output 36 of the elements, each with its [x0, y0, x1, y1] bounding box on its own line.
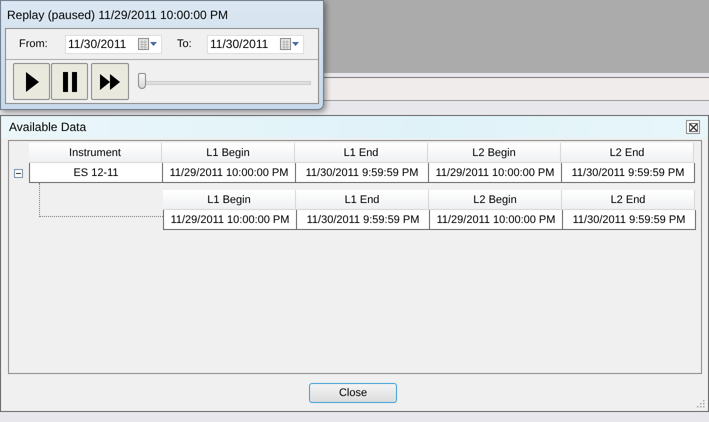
column-header: L2 Begin: [428, 143, 561, 163]
table-cell: 11/30/2011 9:59:59 PM: [297, 210, 430, 230]
resize-grip-icon[interactable]: [696, 399, 705, 408]
table-cell: 11/29/2011 10:00:00 PM: [163, 210, 297, 230]
close-button[interactable]: Close: [309, 382, 397, 402]
column-header: L1 End: [296, 190, 429, 210]
slider-thumb[interactable]: [138, 72, 146, 88]
expander-toggle[interactable]: [14, 169, 23, 178]
table-cell: 11/29/2011 10:00:00 PM: [429, 163, 562, 183]
window-title: Replay (paused) 11/29/2011 10:00:00 PM: [6, 7, 230, 24]
pause-icon: [62, 72, 76, 92]
column-header: L1 Begin: [162, 143, 295, 163]
play-icon: [24, 72, 38, 92]
table-cell: 11/29/2011 10:00:00 PM: [163, 163, 296, 183]
table-cell: 11/30/2011 9:59:59 PM: [563, 210, 696, 230]
play-button[interactable]: [13, 63, 50, 100]
date-field[interactable]: 11/30/2011: [65, 34, 162, 54]
to-label: To:: [177, 38, 193, 50]
from-label: From:: [19, 38, 49, 50]
column-header: L2 End: [562, 190, 695, 210]
table-cell: 11/29/2011 10:00:00 PM: [430, 210, 563, 230]
date-field[interactable]: 11/30/2011: [207, 34, 304, 54]
calendar-dropdown-icon[interactable]: [280, 38, 300, 50]
column-header: L2 Begin: [429, 190, 562, 210]
pause-button[interactable]: [51, 63, 88, 100]
fast-forward-button[interactable]: [91, 63, 129, 100]
column-header: L2 End: [561, 143, 694, 163]
table-cell: 11/30/2011 9:59:59 PM: [296, 163, 429, 183]
window-title: Available Data: [9, 120, 86, 134]
column-header: Instrument: [29, 143, 162, 163]
table-cell: ES 12-11: [29, 163, 163, 183]
close-icon[interactable]: [686, 120, 700, 134]
column-header: L1 Begin: [163, 190, 296, 210]
column-header: L1 End: [295, 143, 428, 163]
table-cell: 11/30/2011 9:59:59 PM: [562, 163, 695, 183]
calendar-dropdown-icon[interactable]: [138, 38, 158, 50]
